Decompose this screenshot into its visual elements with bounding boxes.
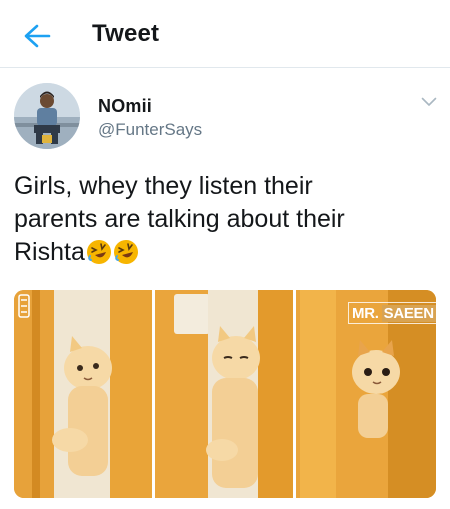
avatar-image xyxy=(14,83,80,149)
watermark-text: MR. xyxy=(352,304,379,322)
username[interactable]: @FunterSays xyxy=(98,120,202,140)
tweet-text-word: Rishta xyxy=(14,238,85,266)
tweet-text-line: Girls, whey they listen their xyxy=(14,172,313,200)
tweet-text-line: parents are talking about their xyxy=(14,205,345,233)
avatar[interactable] xyxy=(14,83,80,149)
rolling-laughing-emoji-icon xyxy=(113,240,138,264)
arrow-left-icon xyxy=(24,24,51,48)
tweet-text: Girls, whey they listen their parents ar… xyxy=(14,170,434,269)
display-name[interactable]: NOmii xyxy=(98,96,152,117)
top-bar: Tweet xyxy=(0,0,450,68)
chevron-down-icon xyxy=(421,97,437,106)
more-options-button[interactable] xyxy=(418,92,440,112)
rolling-laughing-emoji-icon xyxy=(86,240,111,264)
tweet-media-image[interactable]: MR. SAEEN xyxy=(14,290,436,498)
page-title: Tweet xyxy=(92,20,160,47)
watermark: MR. SAEEN xyxy=(348,302,436,324)
tweet-text-line-last: Rishta xyxy=(14,236,434,269)
back-button[interactable] xyxy=(20,20,54,52)
watermark-logo-icon xyxy=(18,294,30,318)
watermark-text: SAEEN xyxy=(381,304,436,322)
